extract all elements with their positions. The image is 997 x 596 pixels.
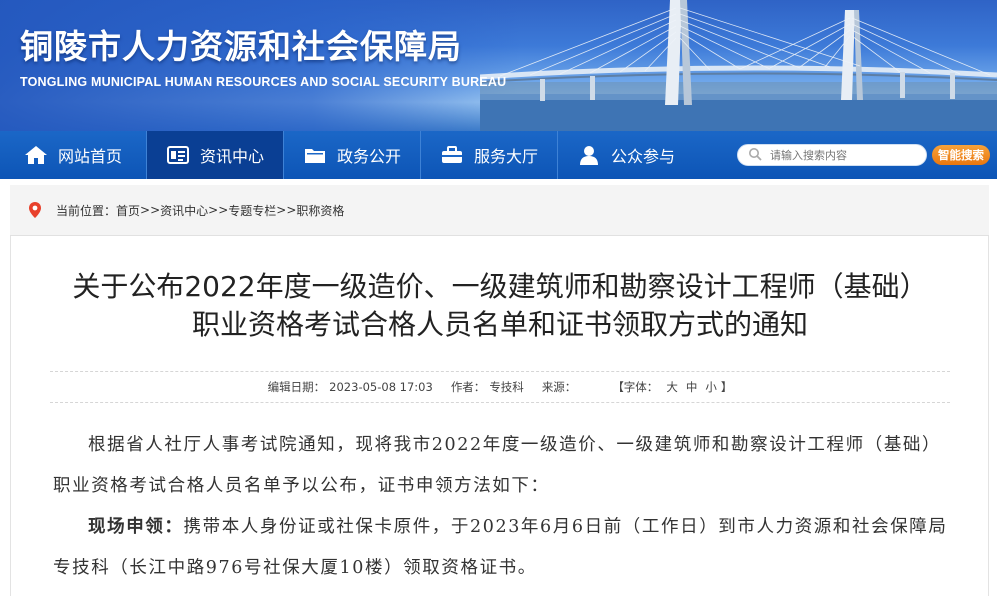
news-icon — [166, 143, 190, 167]
nav-item-gov-affairs[interactable]: 政务公开 — [284, 131, 420, 179]
nav-item-label: 公众参与 — [610, 147, 675, 166]
nav-item-label: 网站首页 — [57, 147, 122, 166]
search-icon — [748, 147, 764, 163]
collection-method-label: 现场申领： — [88, 517, 184, 537]
breadcrumb-link-news[interactable]: 资讯中心 — [160, 202, 208, 219]
font-size-small-link[interactable]: 小 — [705, 379, 717, 395]
breadcrumb-link-home[interactable]: 首页 — [116, 202, 140, 219]
smart-search-button[interactable]: 智能搜索 — [932, 145, 990, 165]
breadcrumb-link-special-topics[interactable]: 专题专栏 — [228, 202, 276, 219]
article-meta: 编辑日期： 2023-05-08 17:03 作者： 专技科 来源： 【字体： 大 … — [50, 371, 950, 403]
breadcrumb-prefix: 当前位置： — [56, 203, 117, 218]
edit-date: 2023-05-08 17:03 — [329, 380, 433, 394]
breadcrumb: 当前位置： 首页 >> 资讯中心 >> 专题专栏 >> 职称资格 — [10, 185, 989, 236]
bridge-illustration — [480, 0, 997, 131]
nav-item-label: 资讯中心 — [199, 147, 264, 166]
header-banner: 铜陵市人力资源和社会保障局 TONGLING MUNICIPAL HUMAN R… — [0, 0, 997, 131]
author-label: 作者： — [450, 380, 486, 394]
nav-item-service-hall[interactable]: 服务大厅 — [421, 131, 557, 179]
source-label: 来源： — [541, 380, 577, 394]
author: 专技科 — [489, 380, 524, 394]
article-paragraph: 根据省人社厅人事考试院通知，现将我市2022年度一级造价、一级建筑师和勘察设计工… — [53, 435, 942, 496]
font-size-large-link[interactable]: 大 — [666, 379, 678, 395]
folder-icon — [303, 143, 327, 167]
nav-item-label: 服务大厅 — [473, 147, 538, 166]
breadcrumb-separator: >> — [276, 203, 297, 217]
user-icon — [577, 143, 601, 167]
collection-method-text: 携带本人身份证或社保卡原件，于2023年6月6日前（工作日）到市人力资源和社会保… — [53, 517, 948, 578]
edit-date-label: 编辑日期： — [267, 380, 326, 394]
site-title: 铜陵市人力资源和社会保障局 — [20, 27, 462, 66]
nav-item-public-participation[interactable]: 公众参与 — [558, 131, 694, 179]
breadcrumb-link-qualifications[interactable]: 职称资格 — [296, 202, 344, 219]
home-icon — [24, 143, 48, 167]
article-paragraph: 现场申领：携带本人身份证或社保卡原件，于2023年6月6日前（工作日）到市人力资… — [53, 507, 948, 589]
nav-item-home[interactable]: 网站首页 — [0, 131, 146, 179]
breadcrumb-separator: >> — [140, 203, 161, 217]
search-input[interactable] — [770, 148, 910, 162]
font-size-label: 【字体： — [612, 380, 659, 394]
search-box — [737, 144, 927, 166]
article-body: 根据省人社厅人事考试院通知，现将我市2022年度一级造价、一级建筑师和勘察设计工… — [53, 425, 948, 589]
site-subtitle: TONGLING MUNICIPAL HUMAN RESOURCES AND S… — [20, 75, 507, 89]
breadcrumb-separator: >> — [208, 203, 229, 217]
nav-item-news[interactable]: 资讯中心 — [147, 131, 283, 179]
location-pin-icon — [28, 201, 42, 219]
font-size-close-bracket: 】 — [720, 380, 733, 394]
nav-item-label: 政务公开 — [336, 147, 401, 166]
briefcase-icon — [440, 143, 464, 167]
article-title: 关于公布2022年度一级造价、一级建筑师和勘察设计工程师（基础）职业资格考试合格… — [72, 270, 928, 341]
font-size-medium-link[interactable]: 中 — [686, 379, 698, 395]
